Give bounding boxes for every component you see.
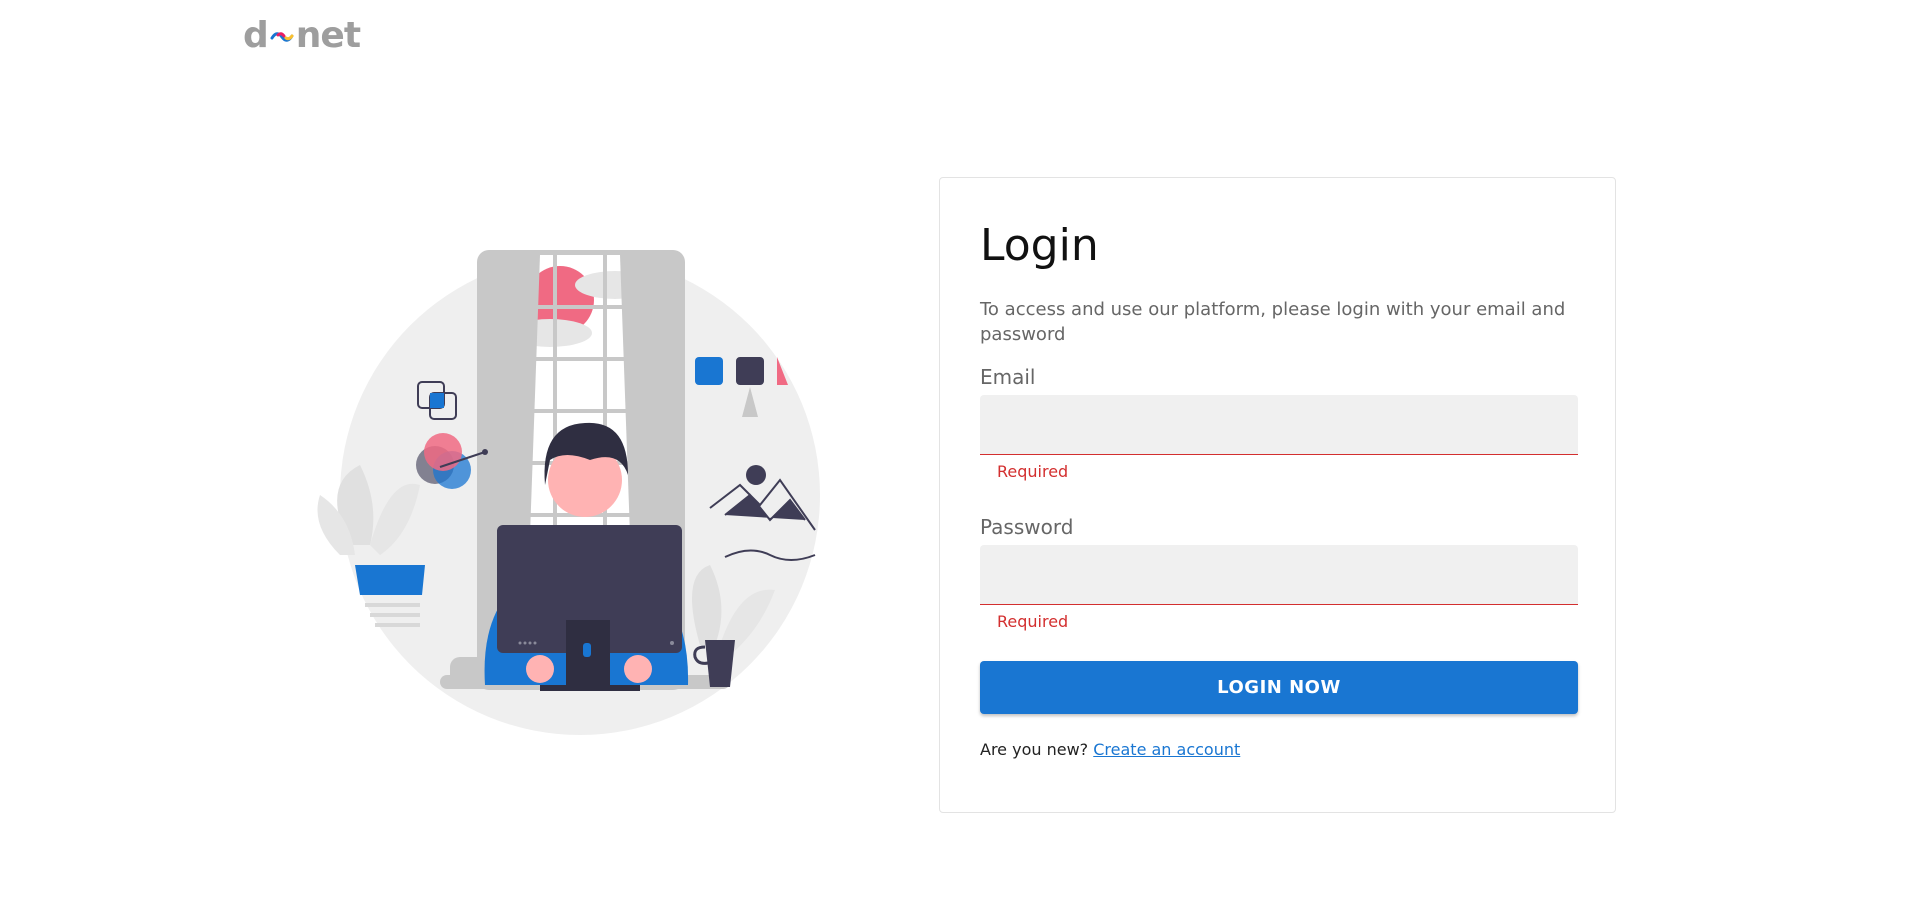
login-description: To access and use our platform, please l…: [980, 298, 1566, 345]
left-hand: [526, 655, 554, 683]
right-hand: [624, 655, 652, 683]
email-input[interactable]: [980, 394, 1578, 455]
create-account-link[interactable]: Create an account: [1093, 740, 1240, 759]
signup-row: Are you new? Create an account: [980, 740, 1575, 759]
logo-text-left: d: [243, 15, 269, 56]
wave-icon: [270, 32, 294, 42]
email-error: Required: [997, 461, 1069, 481]
person-at-computer-illustration: [317, 250, 820, 735]
login-title: Login: [980, 220, 1099, 271]
login-button[interactable]: LOGIN NOW: [980, 660, 1578, 714]
logo-text-right: net: [295, 15, 361, 56]
password-input[interactable]: [980, 544, 1578, 605]
brand-logo[interactable]: d net: [243, 15, 361, 56]
password-label: Password: [980, 514, 1074, 539]
password-error: Required: [997, 611, 1069, 631]
login-card: Login To access and use our platform, pl…: [939, 177, 1616, 813]
signup-prompt: Are you new?: [980, 739, 1089, 759]
email-label: Email: [980, 364, 1036, 389]
